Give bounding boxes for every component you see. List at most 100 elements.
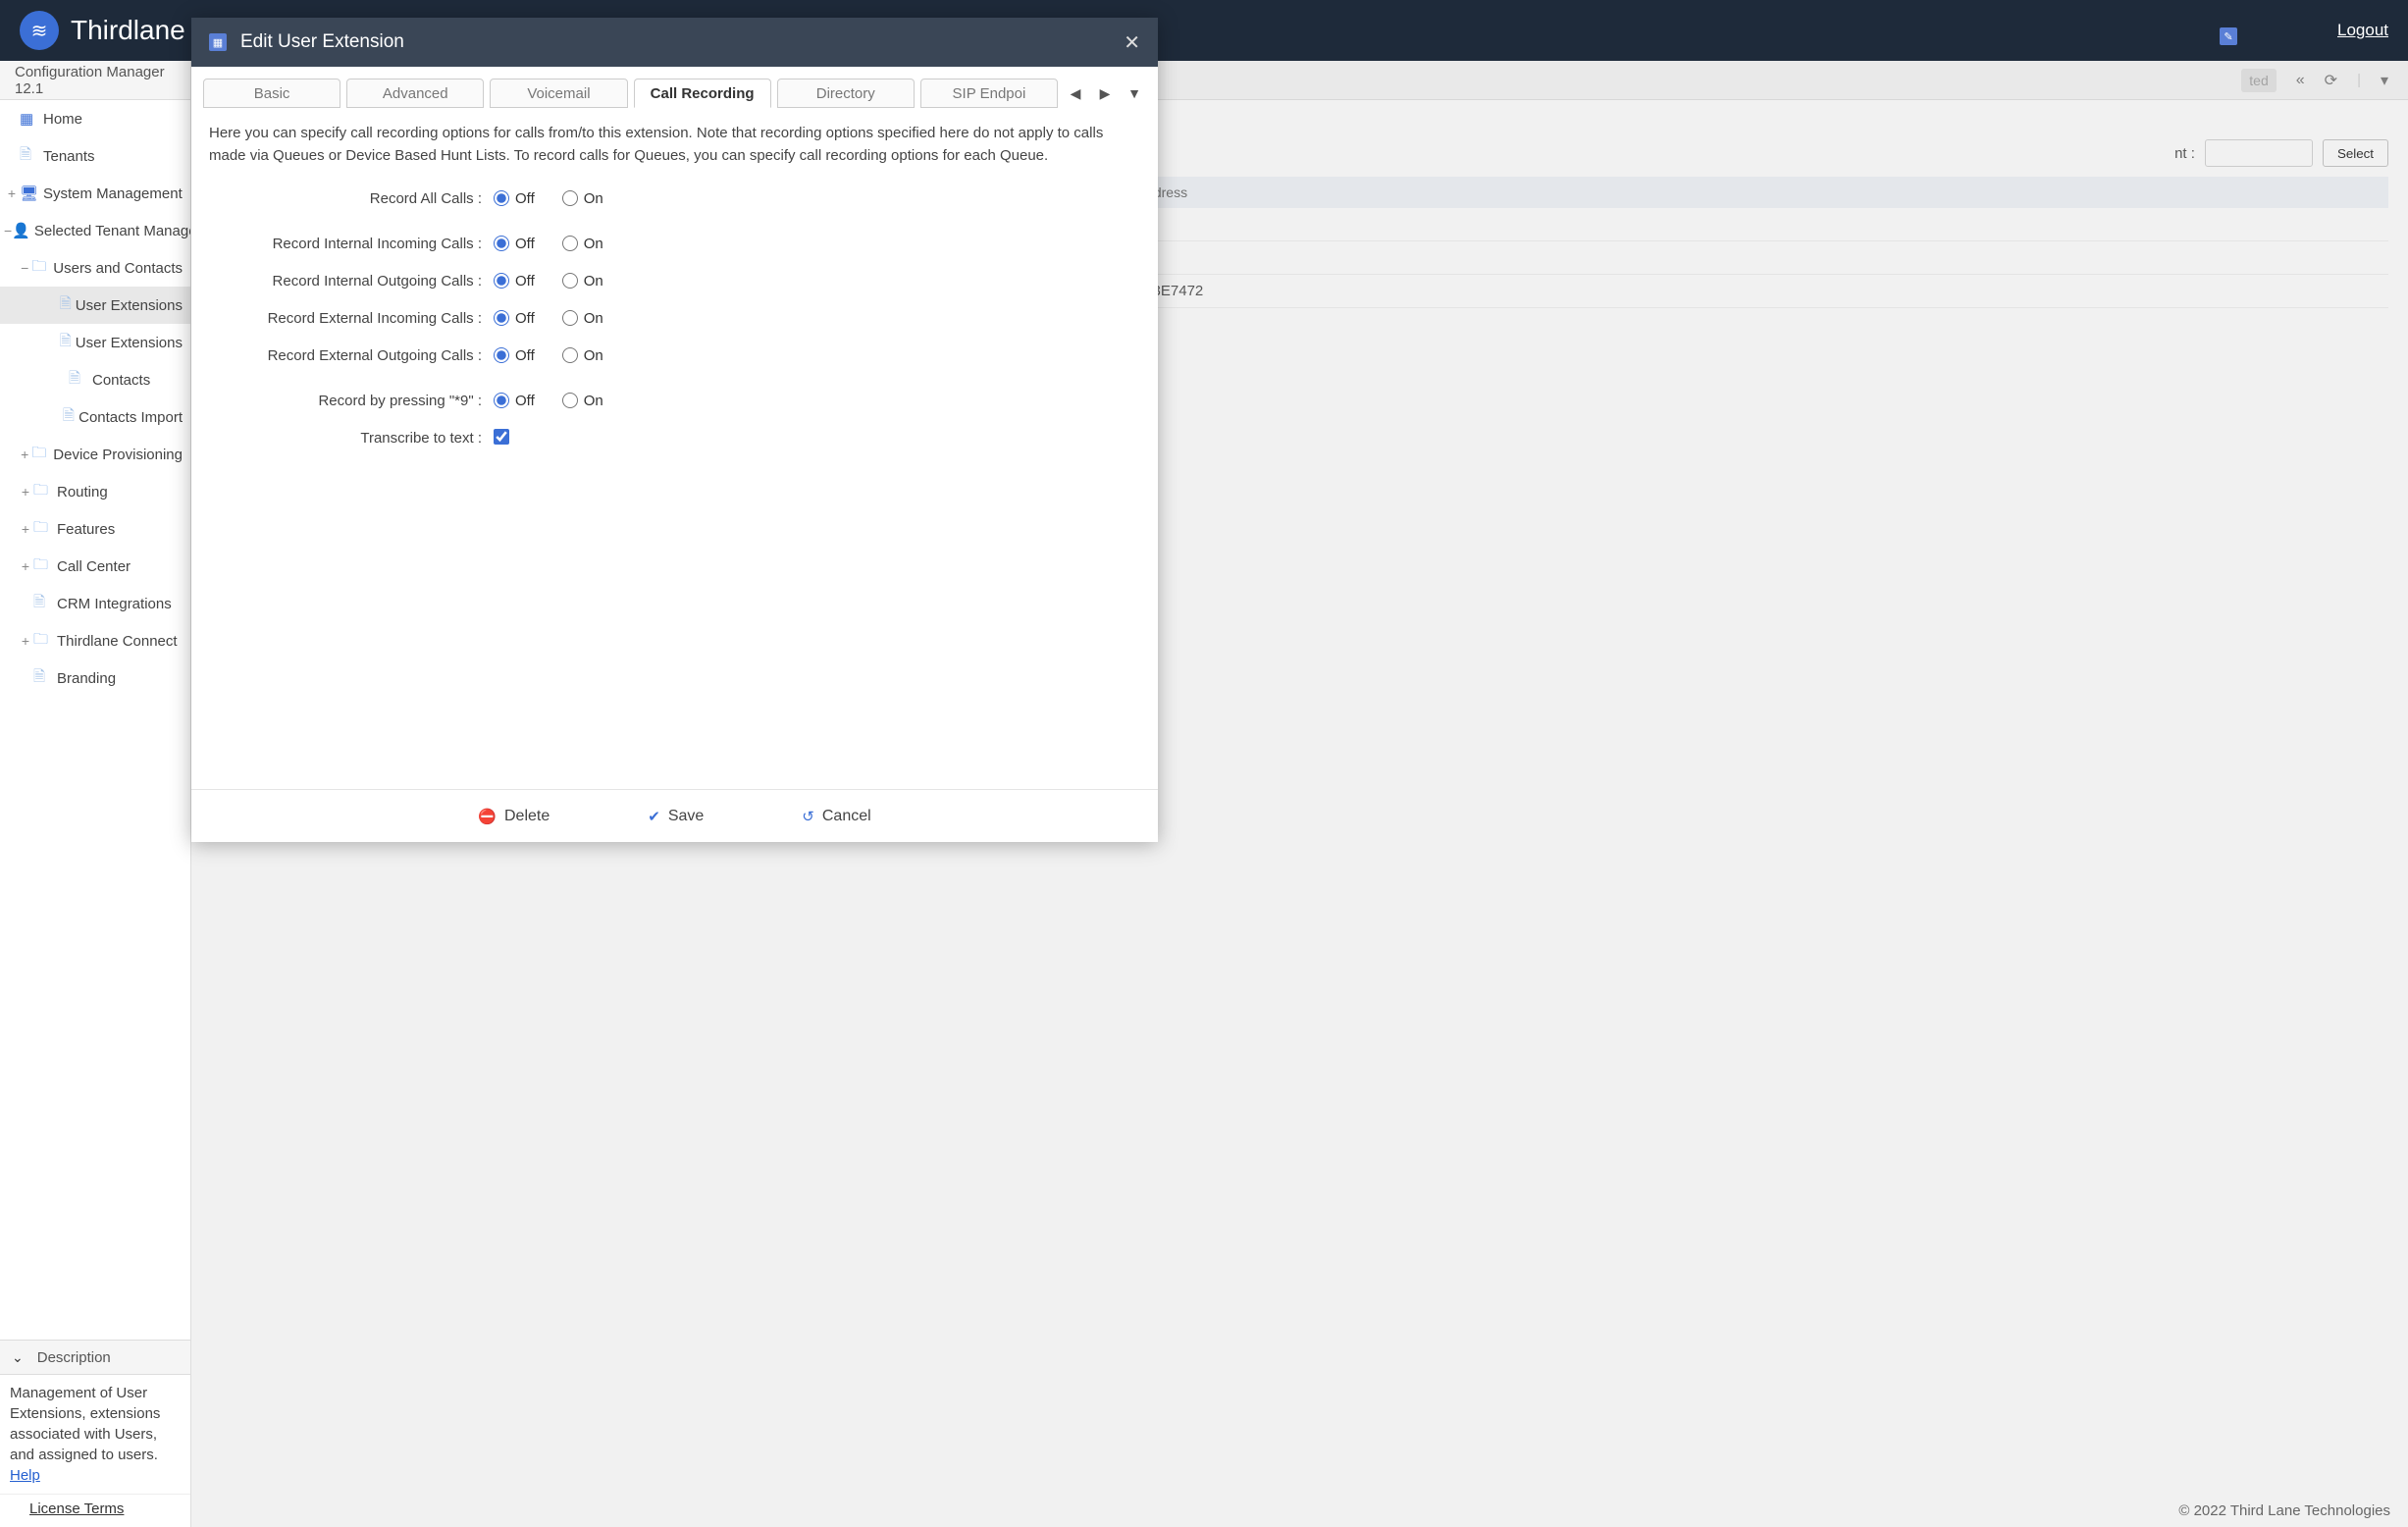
sidebar-item-13[interactable]: 🗎CRM Integrations	[0, 585, 190, 622]
tab-voicemail[interactable]: Voicemail	[490, 79, 627, 108]
save-button[interactable]: ✔ Save	[648, 808, 704, 825]
record-all-off[interactable]: Off	[494, 190, 535, 207]
rec-ext-in-off[interactable]: Off	[494, 310, 535, 327]
modal-header: ▦ Edit User Extension ✕	[191, 18, 1158, 67]
folder-icon: 🗀	[31, 443, 49, 467]
record-all-on[interactable]: On	[562, 190, 603, 207]
rec-int-out-on[interactable]: On	[562, 273, 603, 290]
rec-ext-out-on[interactable]: On	[562, 347, 603, 364]
copyright: © 2022 Third Lane Technologies	[2178, 1502, 2390, 1519]
sidebar-item-6[interactable]: 🗎User Extensions	[0, 324, 190, 361]
label-rec-int-out: Record Internal Outgoing Calls :	[209, 273, 494, 290]
expand-icon[interactable]: +	[18, 447, 31, 462]
label-rec-ext-in: Record External Incoming Calls :	[209, 310, 494, 327]
transcribe-checkbox[interactable]	[494, 429, 509, 445]
system-icon: 🖥	[20, 184, 39, 202]
minus-circle-icon: ⛔	[478, 808, 497, 825]
sidebar-item-label: Device Provisioning	[53, 447, 183, 463]
sidebar-item-label: Call Center	[57, 558, 131, 575]
sidebar-item-2[interactable]: +🖥System Management	[0, 175, 190, 212]
sidebar-item-5[interactable]: 🗎User Extensions	[0, 287, 190, 324]
page-icon: 🗎	[63, 405, 75, 430]
tab-call-recording[interactable]: Call Recording	[634, 79, 771, 108]
sidebar: Configuration Manager 12.1 ▦Home🗎Tenants…	[0, 61, 191, 1527]
sidebar-item-12[interactable]: +🗀Call Center	[0, 548, 190, 585]
sidebar-item-15[interactable]: 🗎Branding	[0, 659, 190, 697]
sidebar-item-11[interactable]: +🗀Features	[0, 510, 190, 548]
sidebar-item-label: Routing	[57, 484, 108, 500]
dashboard-icon: ▦	[20, 110, 39, 128]
close-icon[interactable]: ✕	[1124, 30, 1140, 55]
row-rec-int-out: Record Internal Outgoing Calls : Off On	[209, 267, 1140, 294]
expand-icon[interactable]: +	[18, 558, 33, 574]
expand-icon[interactable]: −	[4, 223, 12, 238]
expand-icon[interactable]: +	[18, 521, 33, 537]
rec-ext-out-off[interactable]: Off	[494, 347, 535, 364]
page-icon: 🗎	[20, 144, 39, 169]
label-record-all: Record All Calls :	[209, 190, 494, 207]
sidebar-item-7[interactable]: 🗎Contacts	[0, 361, 190, 398]
sidebar-item-label: System Management	[43, 185, 183, 202]
page-icon: 🗎	[60, 331, 72, 355]
sidebar-item-3[interactable]: −👤Selected Tenant Management	[0, 212, 190, 249]
chevron-down-icon: ⌄	[12, 1349, 24, 1366]
help-link[interactable]: Help	[10, 1467, 40, 1484]
wave-icon: ≋	[31, 19, 48, 43]
tab-basic[interactable]: Basic	[203, 79, 340, 108]
page-icon: 🗎	[33, 666, 53, 691]
rec-int-out-off[interactable]: Off	[494, 273, 535, 290]
sidebar-item-10[interactable]: +🗀Routing	[0, 473, 190, 510]
logout-link[interactable]: Logout	[2337, 21, 2388, 40]
tab-sip-endpoi[interactable]: SIP Endpoi	[920, 79, 1058, 108]
save-icon: ✔	[648, 808, 660, 825]
sidebar-item-14[interactable]: +🗀Thirdlane Connect	[0, 622, 190, 659]
sidebar-item-1[interactable]: 🗎Tenants	[0, 137, 190, 175]
tab-prev-icon[interactable]: ◀	[1064, 85, 1087, 102]
breadcrumb: Configuration Manager 12.1	[0, 61, 190, 100]
row-rec-int-in: Record Internal Incoming Calls : Off On	[209, 230, 1140, 257]
edit-icon[interactable]: ✎	[2220, 27, 2237, 45]
delete-button[interactable]: ⛔ Delete	[478, 808, 550, 825]
license-link[interactable]: License Terms	[29, 1501, 124, 1517]
tab-directory[interactable]: Directory	[777, 79, 915, 108]
sidebar-item-9[interactable]: +🗀Device Provisioning	[0, 436, 190, 473]
sidebar-item-4[interactable]: −🗀Users and Contacts	[0, 249, 190, 287]
tab-next-icon[interactable]: ▶	[1093, 85, 1117, 102]
sidebar-item-label: Branding	[57, 670, 116, 687]
rec-int-in-off[interactable]: Off	[494, 236, 535, 252]
brand-name: Thirdlane	[71, 15, 185, 46]
cancel-button[interactable]: ↺ Cancel	[802, 808, 870, 825]
expand-icon[interactable]: +	[4, 185, 20, 201]
sidebar-tree: ▦Home🗎Tenants+🖥System Management−👤Select…	[0, 100, 190, 1340]
expand-icon[interactable]: −	[18, 260, 31, 276]
rec-star9-on[interactable]: On	[562, 393, 603, 409]
edit-extension-modal: ▦ Edit User Extension ✕ BasicAdvancedVoi…	[191, 18, 1158, 842]
sidebar-item-label: Users and Contacts	[53, 260, 183, 277]
expand-icon[interactable]: +	[18, 633, 33, 649]
tab-advanced[interactable]: Advanced	[346, 79, 484, 108]
sidebar-item-label: CRM Integrations	[57, 596, 172, 612]
description-header[interactable]: ⌄ Description	[0, 1340, 190, 1375]
description-content: Management of User Extensions, extension…	[0, 1375, 190, 1494]
sidebar-item-0[interactable]: ▦Home	[0, 100, 190, 137]
sidebar-item-label: Selected Tenant Management	[34, 223, 190, 239]
sidebar-item-label: Features	[57, 521, 115, 538]
sidebar-item-label: Tenants	[43, 148, 95, 165]
label-rec-star9: Record by pressing "*9" :	[209, 393, 494, 409]
folder-icon: 🗀	[33, 554, 53, 579]
sidebar-item-8[interactable]: 🗎Contacts Import	[0, 398, 190, 436]
rec-star9-off[interactable]: Off	[494, 393, 535, 409]
expand-icon[interactable]: +	[18, 484, 33, 500]
sidebar-item-label: Contacts Import	[79, 409, 183, 426]
rec-int-in-on[interactable]: On	[562, 236, 603, 252]
sidebar-item-label: Contacts	[92, 372, 150, 389]
page-icon: 🗎	[69, 368, 88, 393]
sidebar-item-label: User Extensions	[76, 335, 183, 351]
rec-ext-in-on[interactable]: On	[562, 310, 603, 327]
sidebar-item-label: Thirdlane Connect	[57, 633, 178, 650]
tenant-icon: 👤	[12, 222, 30, 239]
folder-icon: 🗀	[33, 517, 53, 542]
modal-footer: ⛔ Delete ✔ Save ↺ Cancel	[191, 789, 1158, 842]
tab-more-icon[interactable]: ▼	[1123, 85, 1146, 101]
page-icon: 🗎	[33, 592, 53, 616]
